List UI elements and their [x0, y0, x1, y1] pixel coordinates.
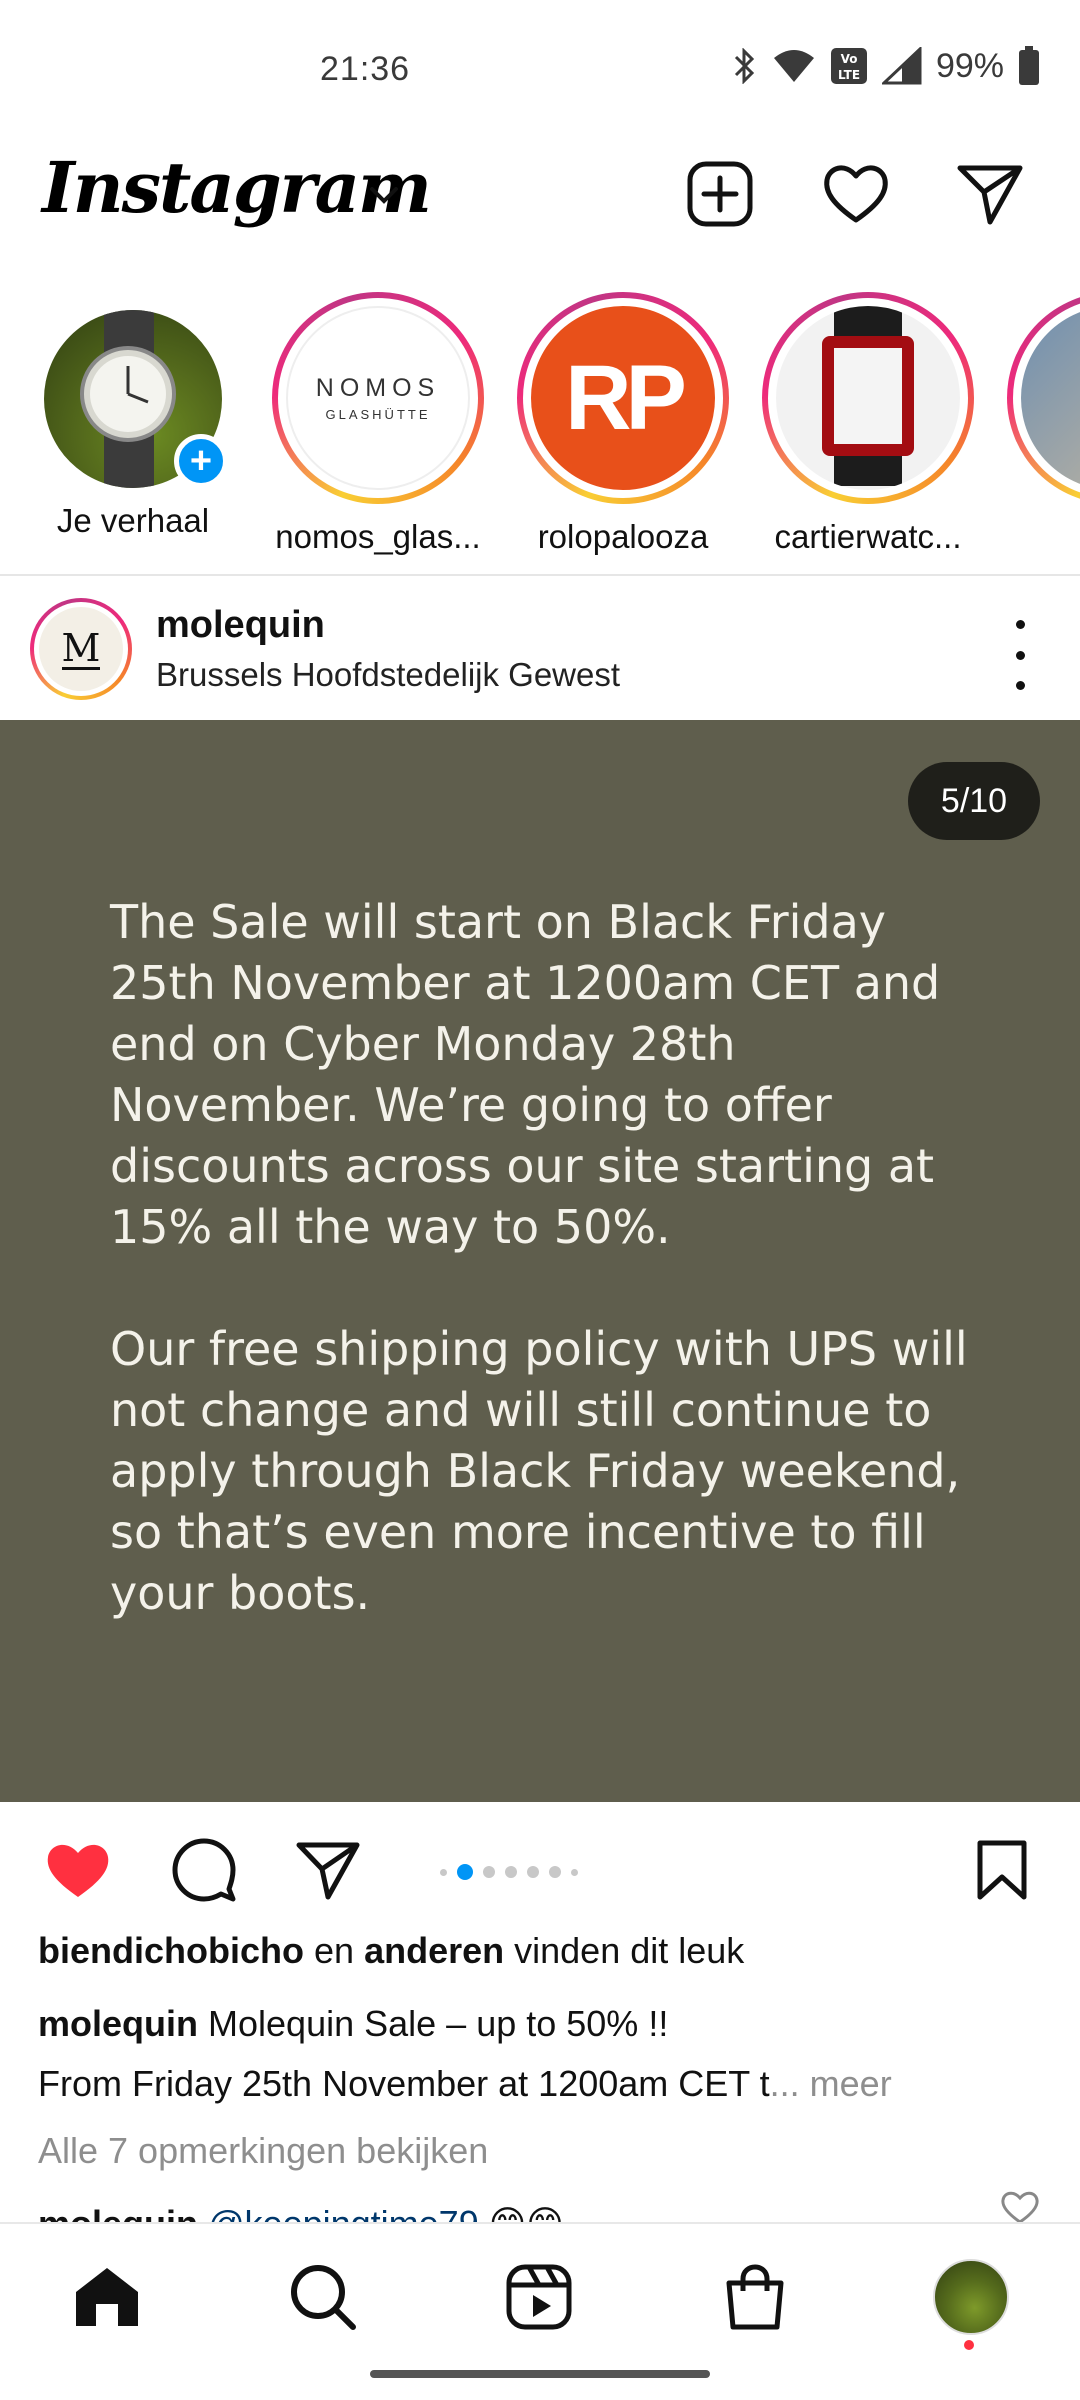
comment-icon[interactable]: [166, 1832, 242, 1908]
carousel-dot: [457, 1864, 473, 1880]
status-bar: 21:36 Vo LTE 99%: [0, 0, 1080, 140]
svg-text:Vo: Vo: [841, 52, 858, 66]
story-own[interactable]: + Je verhaal: [18, 286, 248, 540]
search-icon[interactable]: [278, 2252, 368, 2342]
caption-more-link[interactable]: meer: [810, 2063, 892, 2104]
wifi-icon: [772, 48, 816, 84]
comment-heart-icon[interactable]: [1000, 2190, 1040, 2222]
story-nomos[interactable]: NOMOS GLASHÜTTE nomos_glas...: [263, 286, 493, 556]
comment-mention[interactable]: @keepingtime79: [208, 2203, 479, 2222]
profile-notification-dot: [964, 2340, 974, 2350]
carousel-counter: 5/10: [908, 762, 1040, 840]
bluetooth-icon: [732, 48, 758, 84]
story-label: cartierwatc...: [774, 518, 962, 555]
slide-paragraph: The Sale will start on Black Friday 25th…: [110, 895, 941, 1254]
caption-line1: Molequin Sale – up to 50% !!: [208, 2003, 669, 2044]
new-post-icon[interactable]: [680, 154, 760, 234]
app-header: Instagram: [0, 140, 1080, 280]
like-heart-icon[interactable]: [40, 1832, 116, 1908]
own-avatar: +: [44, 310, 228, 488]
rolopalooza-logo: RP: [531, 306, 715, 490]
carousel-dot: [527, 1866, 539, 1878]
chevron-down-icon[interactable]: [368, 184, 400, 211]
carousel-dot: [505, 1866, 517, 1878]
svg-text:LTE: LTE: [838, 68, 860, 82]
story-myt[interactable]: myt: [998, 286, 1080, 556]
story-label: rolopalooza: [537, 518, 709, 555]
likes-user[interactable]: biendichobicho: [38, 1930, 304, 1971]
post-location[interactable]: Brussels Hoofdstedelijk Gewest: [156, 656, 620, 694]
signal-icon: [881, 47, 922, 85]
save-bookmark-icon[interactable]: [964, 1832, 1040, 1908]
slide-paragraph: Our free shipping policy with UPS will n…: [110, 1322, 968, 1620]
post-actions: [0, 1802, 1080, 1922]
story-label: Je verhaal: [56, 502, 210, 539]
story-label: nomos_glas...: [275, 518, 481, 555]
carousel-dot: [483, 1866, 495, 1878]
add-story-plus-icon[interactable]: +: [174, 434, 228, 488]
carousel-dot: [440, 1868, 447, 1876]
comment-preview: molequin @keepingtime79 😊😊: [38, 2194, 1048, 2222]
likes-connector: en: [314, 1930, 355, 1971]
cartier-watch-image: [776, 306, 960, 490]
likes-suffix: vinden dit leuk: [514, 1930, 745, 1971]
story-rolopalooza[interactable]: RP rolopalooza: [508, 286, 738, 556]
status-time: 21:36: [320, 50, 411, 88]
comment-username[interactable]: molequin: [38, 2203, 198, 2222]
share-icon[interactable]: [290, 1832, 366, 1908]
rolopalooza-logo-text: RP: [565, 346, 687, 449]
volte-icon: Vo LTE: [830, 47, 868, 85]
post-media-slide[interactable]: 5/10 The Sale will start on Black Friday…: [0, 720, 1080, 1802]
story-ring: NOMOS GLASHÜTTE: [272, 292, 484, 504]
shop-icon[interactable]: [710, 2252, 800, 2342]
post-avatar[interactable]: M: [30, 598, 132, 700]
battery-icon: [1018, 46, 1040, 86]
molequin-logo-letter: M: [61, 625, 101, 670]
reels-icon[interactable]: [494, 2252, 584, 2342]
home-icon[interactable]: [62, 2252, 152, 2342]
caption-line2: From Friday 25th November at 1200am CET …: [38, 2063, 770, 2104]
story-ring: [1007, 292, 1080, 504]
story-ring: RP: [517, 292, 729, 504]
post-username[interactable]: molequin: [156, 604, 325, 647]
nomos-logo-subtext: GLASHÜTTE: [325, 407, 431, 422]
likes-summary[interactable]: biendichobicho en anderen vinden dit leu…: [38, 1930, 744, 1972]
nomos-logo: NOMOS GLASHÜTTE: [286, 306, 470, 490]
molequin-logo: M: [39, 607, 123, 691]
story-ring: [762, 292, 974, 504]
caption-ellipsis: ...: [769, 2063, 800, 2104]
more-options-icon[interactable]: [1000, 620, 1040, 690]
story-cartier[interactable]: cartierwatc...: [753, 286, 983, 556]
profile-avatar-image: [933, 2259, 1009, 2335]
nomos-logo-text: NOMOS: [315, 374, 441, 402]
profile-avatar[interactable]: [926, 2252, 1016, 2342]
heart-icon[interactable]: [816, 154, 896, 234]
carousel-dot: [571, 1868, 578, 1876]
home-indicator[interactable]: [370, 2370, 710, 2378]
post-caption: molequin Molequin Sale – up to 50% !! Fr…: [38, 1994, 1048, 2114]
divider: [0, 574, 1080, 576]
view-all-comments-link[interactable]: Alle 7 opmerkingen bekijken: [38, 2130, 488, 2172]
myt-story-image: [1021, 306, 1080, 490]
likes-others[interactable]: anderen: [364, 1930, 504, 1971]
comment-emoji: 😊😊: [489, 2203, 564, 2222]
caption-username[interactable]: molequin: [38, 2003, 198, 2044]
stories-tray: + Je verhaal NOMOS GLASHÜTTE nomos_glas.…: [0, 286, 1080, 576]
carousel-dots: [440, 1864, 578, 1880]
carousel-dot: [549, 1866, 561, 1878]
battery-percent: 99%: [935, 46, 1004, 85]
direct-message-icon[interactable]: [950, 154, 1030, 234]
status-icons: Vo LTE 99%: [732, 46, 1040, 86]
post-header: M molequin Brussels Hoofdstedelijk Gewes…: [0, 580, 1080, 720]
slide-text: The Sale will start on Black Friday 25th…: [110, 892, 990, 1685]
story-label: myt: [998, 518, 1080, 556]
